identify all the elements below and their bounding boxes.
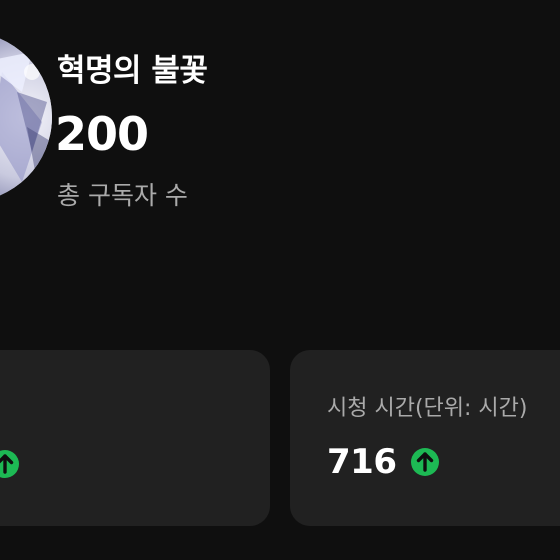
watch-time-value: 716 — [327, 442, 397, 482]
watch-time-value-row: 716 — [327, 442, 440, 482]
watch-time-title: 시청 시간(단위: 시간) — [327, 396, 528, 421]
subscriber-label: 총 구독자 수 — [57, 181, 188, 210]
channel-name: 혁명의 불꽃 — [57, 53, 208, 89]
avatar-image — [0, 32, 52, 202]
arrow-up-circle-icon — [0, 450, 19, 478]
stats-card-left[interactable] — [0, 350, 270, 526]
watch-time-card[interactable]: 시청 시간(단위: 시간) 716 — [290, 350, 560, 526]
channel-avatar[interactable] — [0, 32, 52, 202]
subscriber-count: 200 — [55, 107, 149, 161]
arrow-up-circle-icon — [411, 448, 440, 476]
channel-stats-page: 혁명의 불꽃 200 총 구독자 수 시청 시간(단위: 시간) 716 — [0, 0, 560, 560]
